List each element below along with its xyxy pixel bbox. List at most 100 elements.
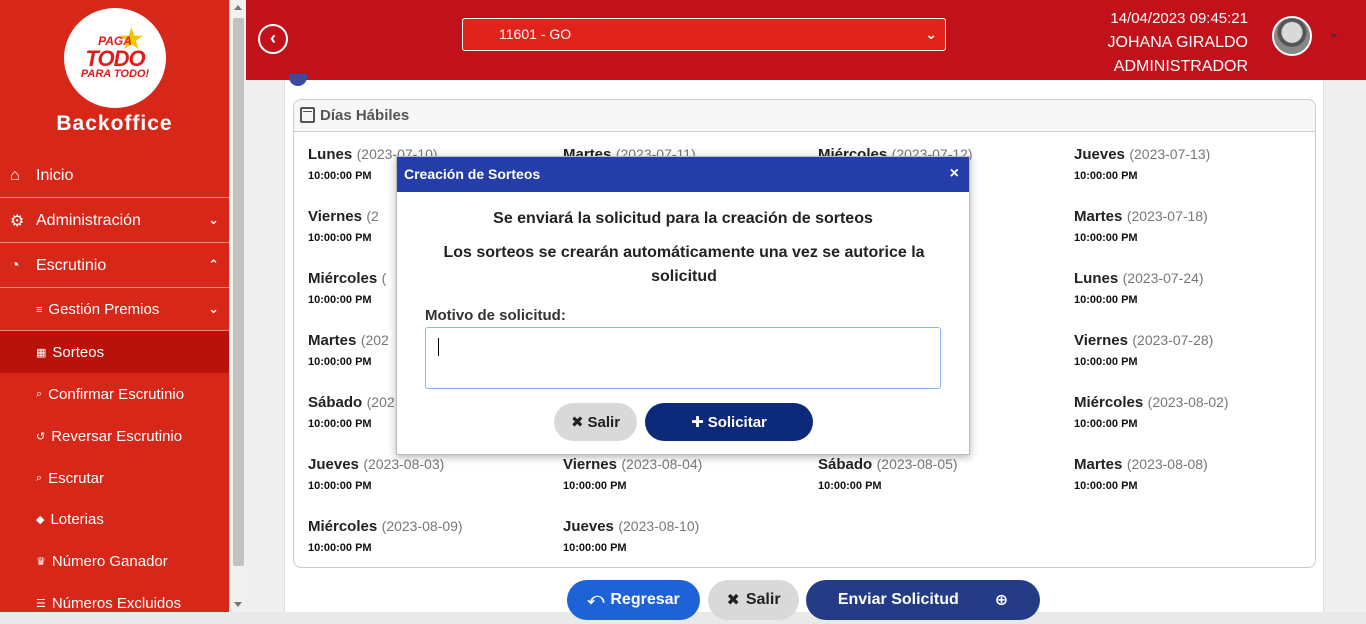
regresar-button-label: Regresar bbox=[610, 591, 680, 608]
search-icon: ⌕ bbox=[36, 471, 43, 484]
day-name: Sábado bbox=[308, 394, 363, 411]
enviar-solicitud-button[interactable]: Enviar Solicitud ⊕ bbox=[806, 580, 1040, 620]
sidebar-item-label: Escrutinio bbox=[36, 256, 107, 274]
day-item: Viernes (2023-07-28) 10:00:00 PM bbox=[1074, 332, 1324, 368]
sidebar-item-escrutinio[interactable]: ◔ Escrutinio ⌃ bbox=[0, 244, 229, 288]
sidebar-item-label: Números Excluidos bbox=[51, 594, 182, 612]
sidebar-item-sorteos[interactable]: ▦ Sorteos bbox=[0, 331, 229, 373]
sidebar-item-administracion[interactable]: ⚙ Administración ⌄ bbox=[0, 199, 229, 243]
day-item: Jueves (2023-07-13) 10:00:00 PM bbox=[1074, 146, 1324, 182]
modal-salir-button[interactable]: ✖ Salir bbox=[554, 403, 637, 441]
day-name: Viernes bbox=[308, 208, 362, 225]
sidebar-item-gestion-premios[interactable]: ≡ Gestión Premios ⌄ bbox=[0, 289, 229, 331]
scroll-up-arrow-icon[interactable] bbox=[234, 5, 242, 10]
dias-habiles-header: Días Hábiles bbox=[294, 100, 1315, 132]
day-item: Jueves (2023-08-10) 10:00:00 PM bbox=[563, 518, 813, 554]
day-name: Lunes bbox=[308, 146, 353, 163]
chevron-down-icon: ⌄ bbox=[208, 212, 219, 227]
day-time: 10:00:00 PM bbox=[1074, 418, 1138, 430]
undo-icon: ⤺ bbox=[587, 591, 605, 608]
day-time: 10:00:00 PM bbox=[308, 480, 372, 492]
day-name: Jueves bbox=[1074, 146, 1125, 163]
salir-button[interactable]: ✖ Salir bbox=[708, 580, 799, 620]
day-time: 10:00:00 PM bbox=[1074, 232, 1138, 244]
sidebar-item-numero-ganador[interactable]: ♛ Número Ganador bbox=[0, 540, 229, 582]
sidebar-item-label: Número Ganador bbox=[51, 552, 168, 570]
user-menu-chevron-icon[interactable]: ⌄ bbox=[1328, 24, 1340, 41]
dias-habiles-title: Días Hábiles bbox=[320, 107, 410, 124]
day-item: Miércoles (2023-08-09) 10:00:00 PM bbox=[308, 518, 558, 554]
sidebar-item-inicio[interactable]: ⌂ Inicio bbox=[0, 154, 229, 198]
close-icon: ✖ bbox=[570, 414, 584, 431]
enviar-solicitud-label: Enviar Solicitud bbox=[837, 591, 959, 608]
modal-title: Creación de Sorteos bbox=[404, 166, 541, 182]
sliders-icon: ≡ bbox=[36, 303, 43, 316]
day-item: Jueves (2023-08-03) 10:00:00 PM bbox=[308, 456, 558, 492]
day-time: 10:00:00 PM bbox=[1074, 480, 1138, 492]
motivo-textarea[interactable] bbox=[425, 327, 941, 389]
day-date: (2023-08-09) bbox=[381, 518, 463, 534]
home-icon: ⌂ bbox=[10, 166, 20, 184]
day-item: Viernes (2023-08-04) 10:00:00 PM bbox=[563, 456, 813, 492]
day-name: Viernes bbox=[563, 456, 617, 473]
close-icon[interactable]: × bbox=[950, 165, 959, 183]
sidebar-item-reversar-escrutinio[interactable]: ↺ Reversar Escrutinio bbox=[0, 415, 229, 457]
gear-icon: ⚙ bbox=[10, 212, 25, 230]
list-icon: ☰ bbox=[36, 597, 46, 610]
sidebar-item-label: Sorteos bbox=[52, 343, 105, 361]
day-date: ( bbox=[381, 270, 387, 286]
sidebar-item-label: Loterias bbox=[50, 510, 104, 528]
scroll-down-arrow-icon[interactable] bbox=[234, 602, 242, 607]
day-name: Martes bbox=[308, 332, 357, 349]
sidebar-item-numeros-excluidos[interactable]: ☰ Números Excluidos bbox=[0, 582, 229, 624]
store-select[interactable]: 11601 - GO ⌄ bbox=[462, 18, 946, 51]
chevron-down-icon: ⌄ bbox=[925, 26, 937, 42]
sidebar-item-loterias[interactable]: ◆ Loterias bbox=[0, 498, 229, 540]
day-time: 10:00:00 PM bbox=[308, 542, 372, 554]
regresar-button[interactable]: ⤺ Regresar bbox=[567, 580, 700, 620]
salir-button-label: Salir bbox=[745, 591, 781, 608]
undo-icon: ↺ bbox=[36, 430, 46, 443]
scrollbar-thumb[interactable] bbox=[233, 18, 244, 566]
day-date: (2023-07-28) bbox=[1132, 332, 1214, 348]
day-time: 10:00:00 PM bbox=[1074, 170, 1138, 182]
calendar-icon bbox=[300, 107, 315, 123]
day-item: Lunes (2023-07-24) 10:00:00 PM bbox=[1074, 270, 1324, 306]
day-name: Lunes bbox=[1074, 270, 1119, 287]
pie-chart-icon: ◔ bbox=[10, 256, 20, 274]
sidebar-item-confirmar-escrutinio[interactable]: ⌕ Confirmar Escrutinio bbox=[0, 373, 229, 415]
chevron-left-icon: ‹ bbox=[270, 28, 276, 48]
day-name: Martes bbox=[1074, 208, 1123, 225]
day-item: Miércoles (2023-08-02) 10:00:00 PM bbox=[1074, 394, 1324, 430]
day-name: Miércoles bbox=[1074, 394, 1144, 411]
paga-todo-logo[interactable]: ★ PAGA TODO PARA TODO! bbox=[64, 8, 166, 108]
text-caret bbox=[438, 338, 439, 356]
day-item: Martes (2023-07-18) 10:00:00 PM bbox=[1074, 208, 1324, 244]
day-date: (2023-08-05) bbox=[876, 456, 958, 472]
back-button[interactable]: ‹ bbox=[258, 24, 288, 54]
brand-title: Backoffice bbox=[56, 112, 173, 135]
modal-header: Creación de Sorteos bbox=[397, 157, 969, 192]
day-time: 10:00:00 PM bbox=[1074, 294, 1138, 306]
calendar-icon: ▦ bbox=[36, 346, 47, 359]
day-date: (2023-08-08) bbox=[1126, 456, 1208, 472]
sidebar-scrollbar[interactable] bbox=[229, 0, 246, 612]
day-date: (2023-07-18) bbox=[1126, 208, 1208, 224]
modal-message-secondary: Los sorteos se crearán automáticamente u… bbox=[443, 244, 925, 285]
day-date: (2023-07-13) bbox=[1129, 146, 1211, 162]
avatar[interactable] bbox=[1272, 16, 1312, 56]
sidebar-item-escrutar[interactable]: ⌕ Escrutar bbox=[0, 457, 229, 499]
top-bar: ‹ 11601 - GO ⌄ 14/04/2023 09:45:21 JOHAN… bbox=[246, 0, 1366, 80]
current-datetime: 14/04/2023 09:45:21 bbox=[1110, 10, 1248, 27]
day-date: (202 bbox=[366, 394, 395, 410]
solicitar-button[interactable]: ✚ Solicitar bbox=[645, 403, 813, 441]
day-time: 10:00:00 PM bbox=[1074, 356, 1138, 368]
search-icon: ⌕ bbox=[36, 387, 43, 400]
user-role: ADMINISTRADOR bbox=[1113, 58, 1248, 75]
day-item: Sábado (2023-08-05) 10:00:00 PM bbox=[818, 456, 1068, 492]
day-name: Jueves bbox=[308, 456, 359, 473]
store-select-value: 11601 - GO bbox=[499, 26, 572, 42]
chevron-down-icon: ⌄ bbox=[208, 301, 219, 316]
sidebar: ★ PAGA TODO PARA TODO! Backoffice ⌂ Inic… bbox=[0, 0, 229, 612]
creacion-sorteos-modal: Creación de Sorteos × Se enviará la soli… bbox=[396, 156, 970, 455]
